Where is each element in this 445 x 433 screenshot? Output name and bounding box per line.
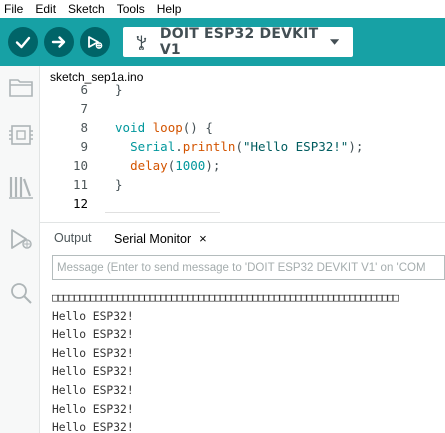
library-manager-button[interactable] [8, 174, 34, 200]
board-selector[interactable]: DOIT ESP32 DEVKIT V1 [123, 26, 353, 58]
line-number: 10 [72, 158, 88, 173]
code-line-active: 12 [40, 194, 445, 213]
boards-manager-icon [9, 125, 33, 145]
boards-manager-button[interactable] [8, 122, 34, 148]
code-editor[interactable]: 6 } 7 8 void loop() { 9 Serial.println("… [40, 82, 445, 220]
code-line: 10 delay(1000); [40, 156, 445, 175]
checkmark-icon [15, 36, 31, 49]
chevron-down-icon [329, 39, 339, 45]
tab-serial-monitor-label: Serial Monitor [114, 232, 192, 246]
toolbar: DOIT ESP32 DEVKIT V1 [0, 18, 445, 66]
serial-line: Hello ESP32! [52, 328, 134, 342]
menu-file[interactable]: File [4, 2, 23, 16]
tab-serial-monitor[interactable]: Serial Monitor × [114, 231, 207, 246]
code-line: 7 [40, 99, 445, 118]
verify-button[interactable] [8, 27, 38, 57]
debug-icon [88, 36, 103, 49]
menu-help[interactable]: Help [157, 2, 182, 16]
line-number: 11 [72, 177, 88, 192]
message-box[interactable] [52, 255, 445, 280]
line-number: 12 [72, 196, 88, 211]
serial-line: Hello ESP32! [52, 365, 134, 379]
close-icon[interactable]: × [199, 231, 207, 246]
code-line: 11 } [40, 175, 445, 194]
sidebar [0, 66, 40, 433]
usb-icon [136, 35, 147, 50]
board-name: DOIT ESP32 DEVKIT V1 [159, 26, 319, 58]
line-number: 9 [80, 139, 88, 154]
debug-button[interactable] [80, 27, 110, 57]
menu-sketch[interactable]: Sketch [68, 2, 105, 16]
library-icon [9, 177, 33, 199]
search-icon [11, 283, 32, 304]
code-text: } [115, 177, 123, 192]
bottom-panel: Output Serial Monitor × □□□□□□□□□□□□□□□□□… [40, 222, 445, 433]
menu-bar: File Edit Sketch Tools Help [0, 0, 445, 18]
serial-line: Hello ESP32! [52, 402, 134, 416]
serial-output: □□□□□□□□□□□□□□□□□□□□□□□□□□□□□□□□□□□□□□□□… [52, 289, 445, 433]
code-line: 8 void loop() { [40, 118, 445, 137]
code-text: delay(1000); [130, 158, 221, 173]
serial-line: Hello ESP32! [52, 346, 134, 360]
menu-edit[interactable]: Edit [35, 2, 56, 16]
upload-button[interactable] [44, 27, 74, 57]
line-number: 6 [80, 82, 88, 97]
panel-tabs: Output Serial Monitor × [40, 223, 445, 253]
line-number: 8 [80, 120, 88, 135]
code-text: Serial.println("Hello ESP32!"); [130, 139, 364, 154]
debug-panel-button[interactable] [8, 226, 34, 252]
current-line-indicator [105, 212, 220, 213]
menu-tools[interactable]: Tools [117, 2, 145, 16]
code-line: 6 } [40, 80, 445, 99]
tab-output[interactable]: Output [54, 231, 92, 245]
serial-line: Hello ESP32! [52, 421, 134, 433]
serial-line: Hello ESP32! [52, 309, 134, 323]
code-line: 9 Serial.println("Hello ESP32!"); [40, 137, 445, 156]
debug-icon [11, 229, 32, 249]
message-input[interactable] [53, 256, 444, 279]
serial-garbage-line: □□□□□□□□□□□□□□□□□□□□□□□□□□□□□□□□□□□□□□□□… [52, 291, 399, 304]
search-button[interactable] [8, 280, 34, 306]
serial-line: Hello ESP32! [52, 383, 134, 397]
code-text: } [115, 82, 123, 97]
folder-icon [9, 79, 33, 97]
sketchbook-button[interactable] [8, 74, 34, 100]
line-number: 7 [80, 101, 88, 116]
arrow-right-icon [51, 36, 66, 48]
code-text: void loop() { [115, 120, 213, 135]
